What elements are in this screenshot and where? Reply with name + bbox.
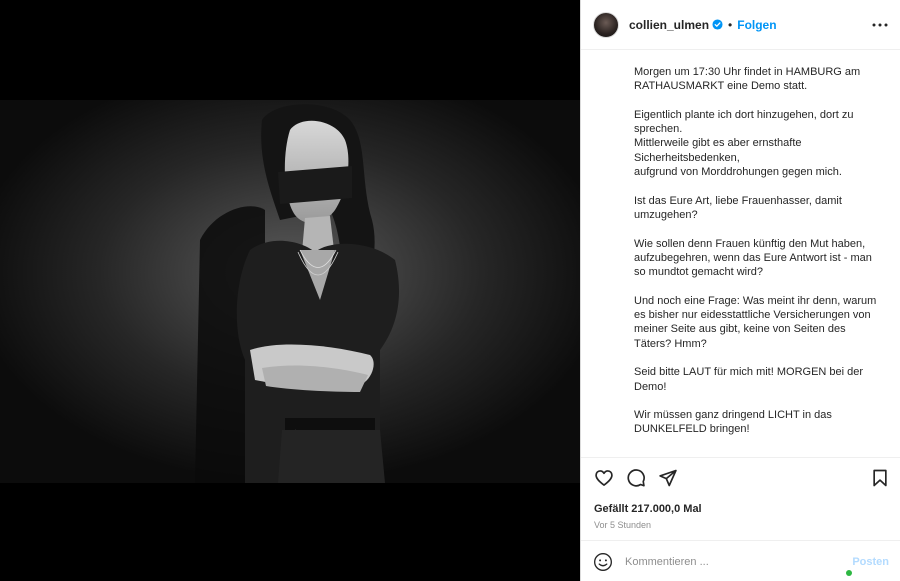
post-actions: Gefällt 217.000,0 Mal Vor 5 Stunden Post… [581, 457, 900, 581]
post-header: collien_ulmen • Folgen [581, 0, 900, 50]
photo-illustration [0, 100, 580, 483]
comment-input[interactable] [625, 555, 853, 568]
emoji-icon[interactable] [593, 552, 613, 572]
more-options-icon[interactable] [871, 16, 889, 34]
share-icon[interactable] [658, 468, 678, 488]
caption-paragraph: Ist das Eure Art, liebe Frauenhasser, da… [634, 194, 842, 221]
caption-paragraph: Und noch eine Frage: Was meint ihr denn,… [634, 294, 877, 350]
verified-badge-icon [712, 19, 723, 30]
caption-paragraph: Morgen um 17:30 Uhr findet in HAMBURG am… [634, 66, 861, 93]
action-row [593, 468, 889, 492]
post-comment-button[interactable]: Posten [852, 556, 889, 568]
separator-dot: • [728, 17, 733, 32]
post-media[interactable] [0, 0, 580, 581]
username-link[interactable]: collien_ulmen [629, 18, 709, 32]
online-indicator [846, 570, 852, 576]
post-timestamp[interactable]: Vor 5 Stunden [594, 520, 651, 530]
likes-count[interactable]: Gefällt 217.000,0 Mal [594, 503, 702, 515]
caption-paragraph: Seid bitte LAUT für mich mit! MORGEN bei… [634, 366, 864, 393]
caption-paragraph: Eigentlich plante ich dort hinzugehen, d… [634, 108, 854, 179]
heart-icon[interactable] [594, 468, 614, 488]
post-photo [0, 100, 580, 483]
post-details-panel: collien_ulmen • Folgen Morgen um 17:30 U… [580, 0, 900, 581]
avatar[interactable] [593, 11, 619, 38]
caption-paragraph: Wie sollen denn Frauen künftig den Mut h… [634, 237, 872, 279]
bookmark-icon[interactable] [870, 468, 890, 488]
follow-button[interactable]: Folgen [737, 18, 776, 32]
comment-icon[interactable] [626, 468, 646, 488]
post-caption: Morgen um 17:30 Uhr findet in HAMBURG am… [581, 51, 900, 456]
caption-paragraph: Wir müssen ganz dringend LICHT in das DU… [634, 409, 832, 436]
comment-bar: Posten [581, 540, 900, 581]
